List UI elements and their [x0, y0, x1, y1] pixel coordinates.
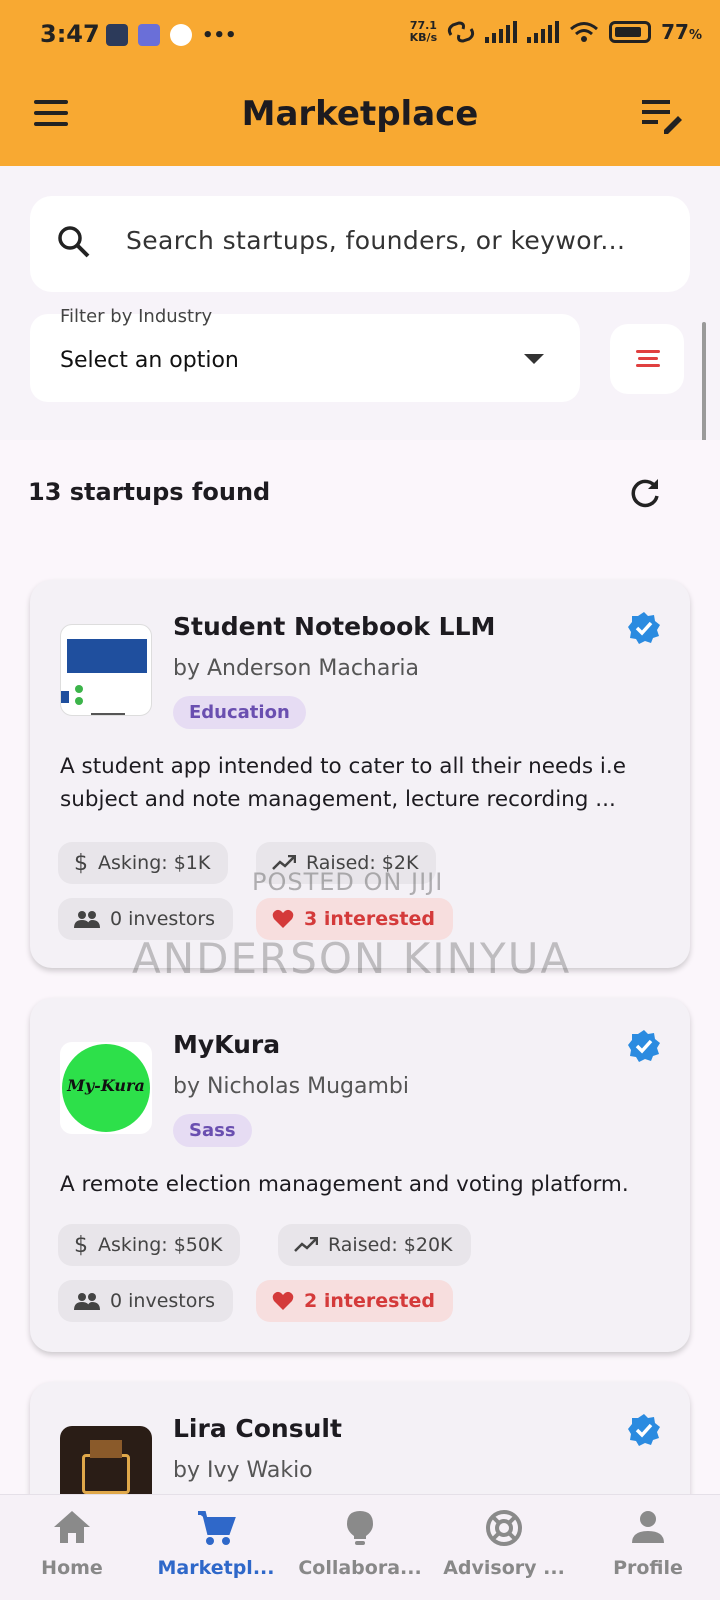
- people-icon: [74, 911, 100, 928]
- startup-name: Student Notebook LLM: [173, 612, 496, 641]
- cart-icon: [198, 1511, 236, 1545]
- people-icon: [74, 1293, 100, 1310]
- status-time: 3:47: [40, 20, 100, 48]
- search-input[interactable]: Search startups, founders, or keywor...: [126, 226, 625, 255]
- interested-chip[interactable]: 2 interested: [256, 1280, 453, 1322]
- watermark-line-2: ANDERSON KINYUA: [132, 934, 572, 983]
- battery-unit: %: [688, 28, 702, 43]
- wifi-icon: [570, 22, 599, 42]
- investors-count: 0 investors: [110, 908, 216, 930]
- startup-founder: by Ivy Wakio: [173, 1458, 313, 1483]
- nav-collaborations-label: Collabora...: [298, 1557, 422, 1579]
- startup-description: A remote election management and voting …: [60, 1172, 629, 1197]
- nav-marketplace-label: Marketpl...: [157, 1557, 275, 1579]
- investors-chip: 0 investors: [58, 1280, 234, 1322]
- industry-tag: Education: [173, 696, 306, 729]
- app-notification-icon: [106, 24, 128, 46]
- status-bar: 3:47 ••• 77.1 KB/s 77%: [0, 0, 720, 72]
- battery-icon: [609, 21, 652, 43]
- refresh-icon[interactable]: [628, 476, 662, 510]
- nav-advisory[interactable]: Advisory ...: [432, 1495, 576, 1600]
- net-speed-unit: KB/s: [409, 31, 438, 44]
- search-icon: [58, 226, 90, 258]
- asking-amount: Asking: $50K: [98, 1234, 223, 1256]
- bottom-navigation: Home Marketpl... Collabora... Advisory .…: [0, 1494, 720, 1600]
- person-icon: [632, 1511, 664, 1543]
- teams-notification-icon: [138, 24, 160, 46]
- sort-button[interactable]: [610, 324, 684, 394]
- watermark-line-1: POSTED ON JIJI: [252, 868, 444, 896]
- heart-icon: [272, 909, 294, 928]
- notification-icons: •••: [106, 24, 237, 46]
- nav-marketplace[interactable]: Marketpl...: [144, 1495, 288, 1600]
- battery-percent: 77: [661, 20, 689, 44]
- sort-icon: [636, 350, 660, 353]
- verified-badge-icon: [628, 1414, 660, 1446]
- asking-chip: $ Asking: $50K: [58, 1224, 241, 1266]
- dollar-icon: $: [74, 850, 88, 876]
- asking-chip: $ Asking: $1K: [58, 842, 229, 884]
- sort-icon-line-2: [638, 357, 658, 360]
- interested-count: 2 interested: [304, 1290, 435, 1312]
- startup-logo: My-Kura: [60, 1042, 152, 1134]
- startup-card[interactable]: My-Kura MyKura by Nicholas Mugambi Sass …: [30, 998, 690, 1352]
- nav-home-label: Home: [41, 1557, 103, 1579]
- verified-badge-icon: [628, 1030, 660, 1062]
- home-icon: [54, 1511, 90, 1543]
- startup-founder: by Anderson Macharia: [173, 656, 419, 681]
- startup-name: Lira Consult: [173, 1414, 342, 1443]
- nav-advisory-label: Advisory ...: [443, 1557, 565, 1579]
- industry-tag: Sass: [173, 1114, 252, 1147]
- search-bar[interactable]: Search startups, founders, or keywor...: [30, 196, 690, 292]
- status-right: 77.1 KB/s 77%: [410, 20, 702, 45]
- dollar-icon: $: [74, 1232, 88, 1258]
- raised-chip: Raised: $20K: [278, 1224, 471, 1266]
- lightbulb-icon: [347, 1511, 373, 1545]
- startup-card[interactable]: Student Notebook LLM by Anderson Machari…: [30, 580, 690, 968]
- industry-filter-dropdown[interactable]: Filter by Industry Select an option: [30, 306, 580, 402]
- page-title: Marketplace: [241, 94, 479, 134]
- filter-list-edit-icon[interactable]: [640, 98, 684, 134]
- more-notifications-icon: •••: [202, 24, 237, 46]
- investors-count: 0 investors: [110, 1290, 216, 1312]
- sort-icon-line-3: [636, 364, 660, 367]
- nav-profile-label: Profile: [613, 1557, 683, 1579]
- battery-level: 77%: [661, 20, 702, 44]
- verified-badge-icon: [628, 612, 660, 644]
- nav-profile[interactable]: Profile: [576, 1495, 720, 1600]
- nav-collaborations[interactable]: Collabora...: [288, 1495, 432, 1600]
- support-icon: [486, 1510, 522, 1546]
- logo-text: My-Kura: [67, 1076, 145, 1095]
- signal-icon: [485, 21, 518, 43]
- scrollbar[interactable]: [702, 322, 706, 442]
- interested-count: 3 interested: [304, 908, 435, 930]
- heart-icon: [272, 1291, 294, 1310]
- startup-founder: by Nicholas Mugambi: [173, 1074, 409, 1099]
- raised-amount: Raised: $20K: [328, 1234, 453, 1256]
- link-icon: [448, 21, 475, 43]
- results-count: 13 startups found: [28, 478, 271, 506]
- startup-name: MyKura: [173, 1030, 281, 1059]
- asking-amount: Asking: $1K: [98, 852, 211, 874]
- signal-icon-2: [527, 21, 560, 43]
- dropdown-arrow-icon: [524, 354, 544, 364]
- filter-label: Filter by Industry: [60, 306, 213, 327]
- net-speed: 77.1 KB/s: [410, 20, 437, 44]
- filter-value: Select an option: [60, 348, 239, 373]
- app-header: 3:47 ••• 77.1 KB/s 77% Marketplace: [0, 0, 720, 166]
- trending-up-icon: [294, 1237, 318, 1252]
- startup-logo: [60, 624, 152, 716]
- chrome-notification-icon: [170, 24, 192, 46]
- startup-description: A student app intended to cater to all t…: [60, 754, 626, 812]
- nav-home[interactable]: Home: [0, 1495, 144, 1600]
